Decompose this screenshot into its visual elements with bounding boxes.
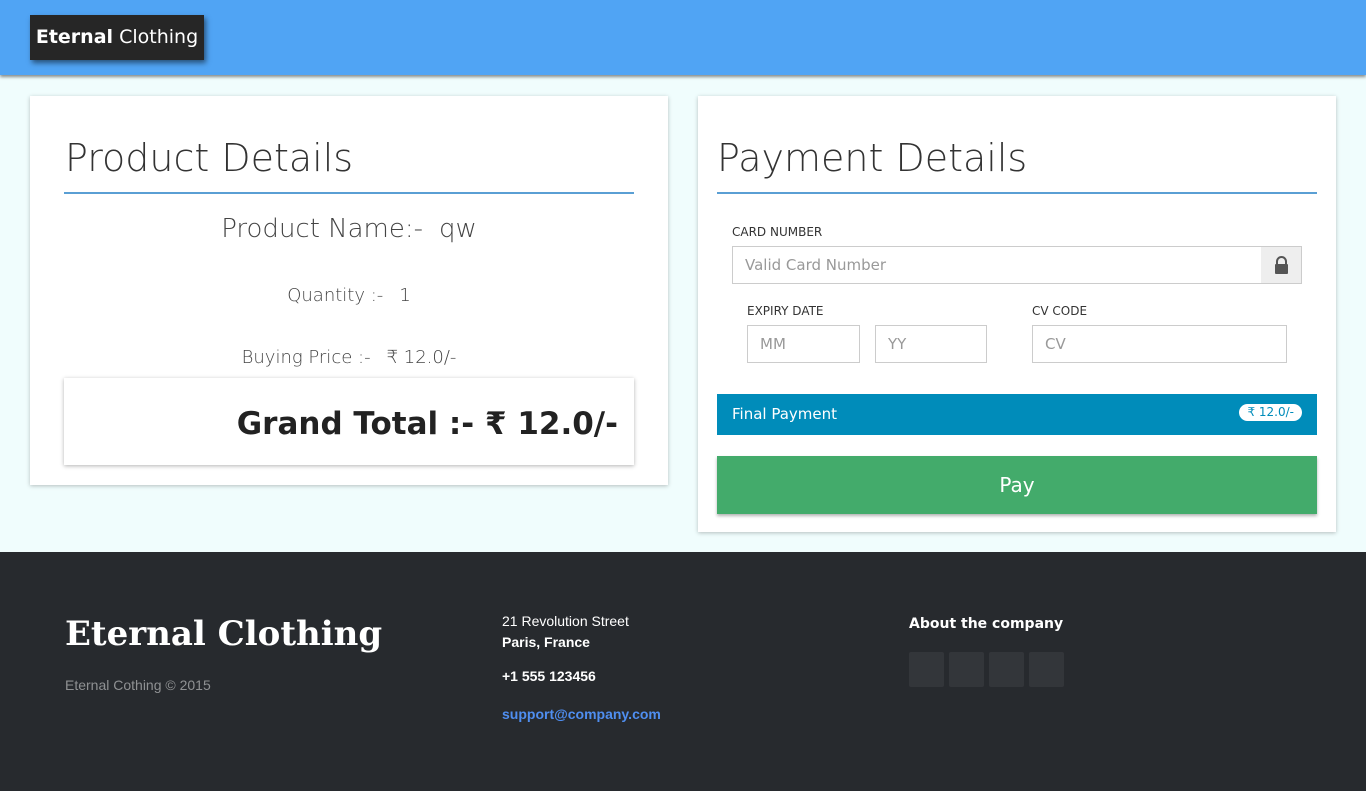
pay-button[interactable]: Pay	[717, 456, 1317, 514]
brand-logo[interactable]: Eternal Clothing	[30, 15, 204, 60]
expiry-month-input[interactable]	[747, 325, 860, 363]
product-name-value: qw	[439, 214, 477, 244]
social-icon[interactable]	[1029, 652, 1064, 687]
social-icon[interactable]	[949, 652, 984, 687]
grand-total-box: Grand Total :- ₹ 12.0/-	[64, 378, 634, 465]
social-icon[interactable]	[989, 652, 1024, 687]
payment-details-title: Payment Details	[717, 136, 1028, 180]
product-name-line: Product Name:- qw	[30, 214, 668, 244]
final-payment-label: Final Payment	[732, 405, 838, 423]
buying-price-line: Buying Price :- ₹ 12.0/-	[30, 347, 668, 368]
product-details-card: Product Details Product Name:- qw Quantit…	[30, 96, 668, 485]
footer-logo: Eternal Clothing	[65, 614, 383, 654]
card-number-input[interactable]	[732, 246, 1262, 284]
title-divider	[717, 192, 1317, 194]
brand-bold-text: Eternal	[35, 26, 114, 48]
card-lock-addon	[1261, 246, 1302, 284]
cv-code-label: CV CODE	[1032, 304, 1088, 318]
footer-about-title: About the company	[909, 616, 1064, 632]
footer: Eternal Clothing Eternal Cothing © 2015 …	[0, 552, 1366, 791]
cv-code-input[interactable]	[1032, 325, 1287, 363]
expiry-year-input[interactable]	[875, 325, 987, 363]
grand-total-text: Grand Total :- ₹ 12.0/-	[236, 406, 618, 442]
social-icon[interactable]	[909, 652, 944, 687]
footer-phone: +1 555 123456	[502, 668, 596, 684]
footer-copyright: Eternal Cothing © 2015	[65, 677, 211, 693]
footer-email-link[interactable]: support@company.com	[502, 706, 661, 722]
product-name-label: Product Name:-	[221, 214, 424, 244]
quantity-value: 1	[399, 285, 411, 306]
payment-details-card: Payment Details CARD NUMBER EXPIRY DATE …	[698, 96, 1336, 532]
top-navbar: Eternal Clothing	[0, 0, 1366, 75]
lock-icon	[1275, 256, 1288, 274]
card-number-label: CARD NUMBER	[732, 225, 823, 239]
brand-rest-text: Clothing	[119, 26, 199, 48]
quantity-label: Quantity :-	[287, 285, 384, 306]
final-payment-bar: Final Payment ₹ 12.0/-	[717, 394, 1317, 435]
quantity-line: Quantity :- 1	[30, 285, 668, 306]
footer-address-line2: Paris, France	[502, 634, 590, 650]
buying-price-label: Buying Price :-	[241, 347, 371, 368]
title-divider	[64, 192, 634, 194]
footer-address-line1: 21 Revolution Street	[502, 613, 629, 629]
expiry-date-label: EXPIRY DATE	[747, 304, 824, 318]
buying-price-value: ₹ 12.0/-	[386, 347, 457, 368]
product-details-title: Product Details	[65, 136, 354, 180]
final-payment-badge: ₹ 12.0/-	[1239, 404, 1302, 421]
